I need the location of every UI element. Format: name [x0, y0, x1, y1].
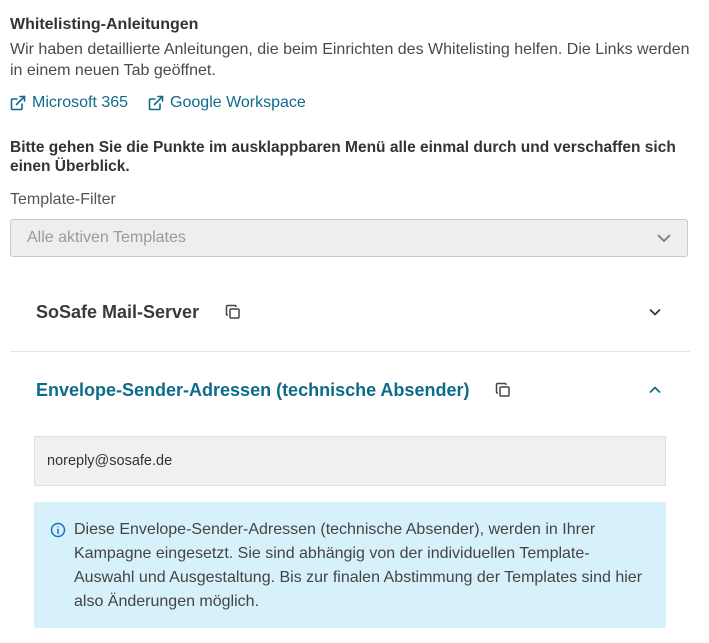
external-link-icon	[148, 95, 164, 111]
copy-icon[interactable]	[495, 382, 511, 398]
intro-text: Wir haben detaillierte Anleitungen, die …	[10, 41, 690, 79]
info-text: Diese Envelope-Sender-Adressen (technisc…	[74, 521, 643, 610]
google-workspace-link[interactable]: Google Workspace	[148, 94, 306, 112]
copy-icon[interactable]	[225, 304, 241, 320]
accordion-title: Envelope-Sender-Adressen (technische Abs…	[36, 379, 470, 400]
chevron-down-icon	[649, 309, 661, 316]
chevron-down-icon	[657, 234, 671, 242]
envelope-sender-address: noreply@sosafe.de	[34, 436, 666, 486]
template-filter-select[interactable]: Alle aktiven Templates	[10, 219, 688, 257]
accordion-envelope-sender[interactable]: Envelope-Sender-Adressen (technische Abs…	[10, 360, 690, 420]
instruction-note: Bitte gehen Sie die Punkte im ausklappba…	[10, 139, 676, 175]
info-message: Diese Envelope-Sender-Adressen (technisc…	[34, 502, 666, 628]
microsoft-365-link-label: Microsoft 365	[32, 94, 129, 111]
section-title: Whitelisting-Anleitungen	[10, 16, 199, 33]
google-workspace-link-label: Google Workspace	[170, 94, 306, 111]
guide-links: Microsoft 365 Google Workspace	[10, 94, 306, 112]
accordion-sosafe-mail-server[interactable]: SoSafe Mail-Server	[10, 282, 690, 342]
address-value: noreply@sosafe.de	[47, 453, 173, 469]
external-link-icon	[10, 95, 26, 111]
template-filter-label: Template-Filter	[10, 191, 116, 208]
microsoft-365-link[interactable]: Microsoft 365	[10, 94, 128, 112]
accordion-title: SoSafe Mail-Server	[36, 301, 200, 322]
info-icon	[50, 522, 66, 538]
accordion-divider	[10, 351, 690, 352]
whitelisting-panel: Whitelisting-Anleitungen Wir haben detai…	[0, 0, 709, 643]
template-filter-value: Alle aktiven Templates	[27, 229, 186, 246]
chevron-up-icon	[649, 386, 661, 393]
